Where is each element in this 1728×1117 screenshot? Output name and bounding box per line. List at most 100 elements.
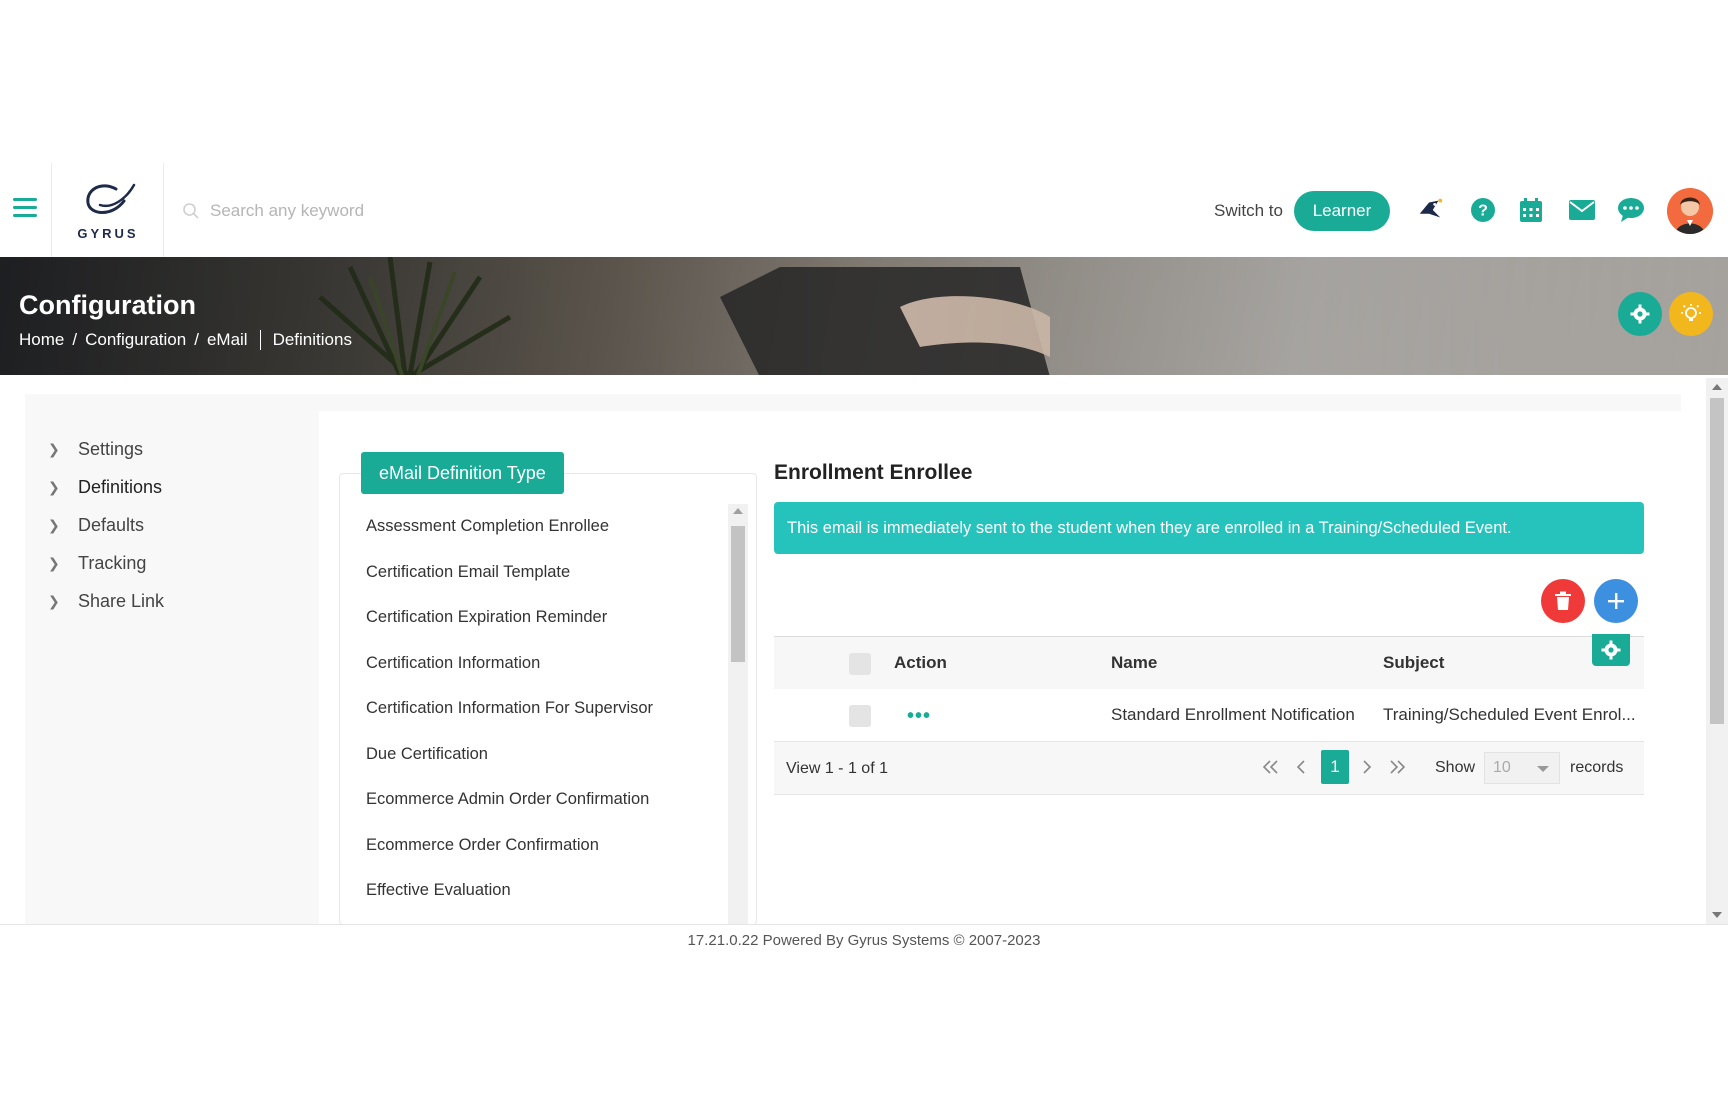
page-footer: 17.21.0.22 Powered By Gyrus Systems © 20… [0, 924, 1728, 957]
view-count: View 1 - 1 of 1 [786, 760, 888, 777]
sidebar-item-defaults[interactable]: ❯ Defaults [48, 506, 298, 544]
sidebar-item-label: Tracking [78, 552, 147, 573]
lightbulb-icon [1681, 304, 1701, 321]
list-item[interactable]: Certification Email Template [340, 550, 720, 596]
add-button[interactable] [1594, 579, 1638, 623]
chevron-right-icon: ❯ [48, 440, 60, 457]
scroll-down-arrow-icon[interactable] [1712, 912, 1722, 918]
ideas-button[interactable] [1669, 292, 1713, 336]
trash-icon [1555, 591, 1571, 610]
chevron-right-icon: ❯ [48, 478, 60, 495]
table-row[interactable]: ••• Standard Enrollment Notification Tra… [774, 689, 1644, 742]
page-banner [0, 257, 1728, 375]
switch-to-label: Switch to [1214, 201, 1283, 220]
breadcrumb-configuration[interactable]: Configuration [85, 330, 186, 350]
breadcrumb-home[interactable]: Home [19, 330, 64, 350]
double-chevron-left-icon [1262, 760, 1278, 774]
list-item[interactable]: Ecommerce Order Confirmation [340, 823, 720, 869]
breadcrumb-separator: / [194, 330, 199, 349]
list-item[interactable]: Ecommerce Admin Order Confirmation [340, 777, 720, 823]
page-size-value: 10 [1493, 759, 1511, 776]
gear-icon [1630, 304, 1650, 324]
menu-icon[interactable] [13, 198, 37, 220]
mail-icon[interactable] [1568, 196, 1596, 224]
list-item[interactable]: Certification Information For Supervisor [340, 686, 720, 732]
search-icon [183, 203, 199, 219]
gyrus-logo-icon [86, 183, 136, 214]
learner-button[interactable]: Learner [1294, 191, 1390, 231]
table-footer: View 1 - 1 of 1 1 Show 10 records [774, 742, 1644, 795]
breadcrumb-email[interactable]: eMail [207, 330, 248, 350]
sidebar-item-label: Share Link [78, 590, 165, 611]
definition-title: Enrollment Enrollee [774, 461, 973, 484]
chat-icon[interactable] [1617, 196, 1645, 224]
row-actions-menu[interactable]: ••• [907, 705, 931, 728]
sidebar-item-share-link[interactable]: ❯ Share Link [48, 582, 298, 620]
delete-button[interactable] [1541, 579, 1585, 623]
search-bar[interactable] [182, 198, 602, 224]
svg-text:?: ? [1478, 203, 1488, 220]
user-avatar-icon [1667, 188, 1713, 234]
list-item[interactable]: Certification Expiration Reminder [340, 595, 720, 641]
avatar[interactable] [1667, 188, 1713, 234]
divider [51, 163, 52, 257]
table-header: Action Name Subject [774, 636, 1644, 690]
scrollbar-thumb[interactable] [731, 526, 745, 662]
mascot-icon[interactable] [1416, 196, 1444, 224]
tab-email-definition-type[interactable]: eMail Definition Type [361, 452, 564, 494]
chevron-right-icon: ❯ [48, 554, 60, 571]
gear-icon [1601, 640, 1621, 660]
first-page-button[interactable] [1258, 750, 1284, 784]
list-item[interactable]: Assessment Completion Enrollee [340, 504, 720, 550]
list-item[interactable]: Effective Evaluation [340, 868, 720, 914]
breadcrumb-separator: / [72, 330, 78, 349]
plus-icon [1608, 593, 1624, 609]
column-header-name[interactable]: Name [1111, 653, 1157, 673]
definition-description: This email is immediately sent to the st… [774, 502, 1644, 554]
row-checkbox[interactable] [849, 705, 871, 727]
sidebar-item-settings[interactable]: ❯ Settings [48, 430, 298, 468]
column-header-subject[interactable]: Subject [1383, 653, 1444, 673]
row-name: Standard Enrollment Notification [1111, 705, 1355, 724]
page-size-select[interactable]: 10 [1484, 752, 1560, 784]
grid-settings-button[interactable] [1592, 634, 1630, 666]
last-page-button[interactable] [1384, 750, 1410, 784]
banner-shade [0, 257, 1728, 375]
calendar-icon[interactable] [1517, 196, 1545, 224]
row-subject: Training/Scheduled Event Enrol... [1383, 705, 1636, 724]
banner-settings-button[interactable] [1618, 292, 1662, 336]
current-page[interactable]: 1 [1321, 750, 1349, 784]
records-label: records [1570, 759, 1624, 776]
breadcrumb-divider [259, 330, 261, 350]
config-sidebar: ❯ Settings ❯ Definitions ❯ Defaults ❯ Tr… [48, 430, 298, 620]
next-page-button[interactable] [1356, 750, 1378, 784]
prev-page-button[interactable] [1290, 750, 1312, 784]
logo[interactable]: GYRUS [72, 179, 144, 243]
page-scrollbar[interactable] [1706, 378, 1728, 924]
divider [163, 163, 164, 257]
scroll-up-arrow-icon[interactable] [1712, 384, 1722, 390]
chevron-right-icon: ❯ [48, 592, 60, 609]
definition-type-list: Assessment Completion Enrollee Certifica… [339, 473, 757, 925]
sidebar-item-tracking[interactable]: ❯ Tracking [48, 544, 298, 582]
help-icon[interactable]: ? [1469, 196, 1497, 224]
scroll-up-arrow-icon[interactable] [733, 508, 743, 514]
chevron-right-icon: ❯ [48, 516, 60, 533]
search-input[interactable] [208, 200, 592, 222]
sidebar-item-label: Definitions [78, 476, 163, 497]
logo-text: GYRUS [77, 226, 139, 241]
chevron-right-icon [1363, 760, 1372, 774]
select-all-checkbox[interactable] [849, 653, 871, 675]
show-label: Show [1435, 759, 1476, 776]
list-scrollbar[interactable] [728, 504, 748, 924]
chevron-left-icon [1296, 760, 1305, 774]
scrollbar-thumb[interactable] [1710, 398, 1724, 724]
list-item[interactable]: Certification Information [340, 641, 720, 687]
definition-type-items: Assessment Completion Enrollee Certifica… [340, 504, 720, 914]
column-header-action[interactable]: Action [894, 653, 947, 673]
sidebar-item-definitions[interactable]: ❯ Definitions [48, 468, 298, 506]
list-item[interactable]: Due Certification [340, 732, 720, 778]
breadcrumb: Home / Configuration / eMail Definitions [19, 330, 352, 350]
chevron-down-icon [1537, 766, 1549, 772]
top-bar: GYRUS Switch to Learner ? [0, 163, 1728, 258]
